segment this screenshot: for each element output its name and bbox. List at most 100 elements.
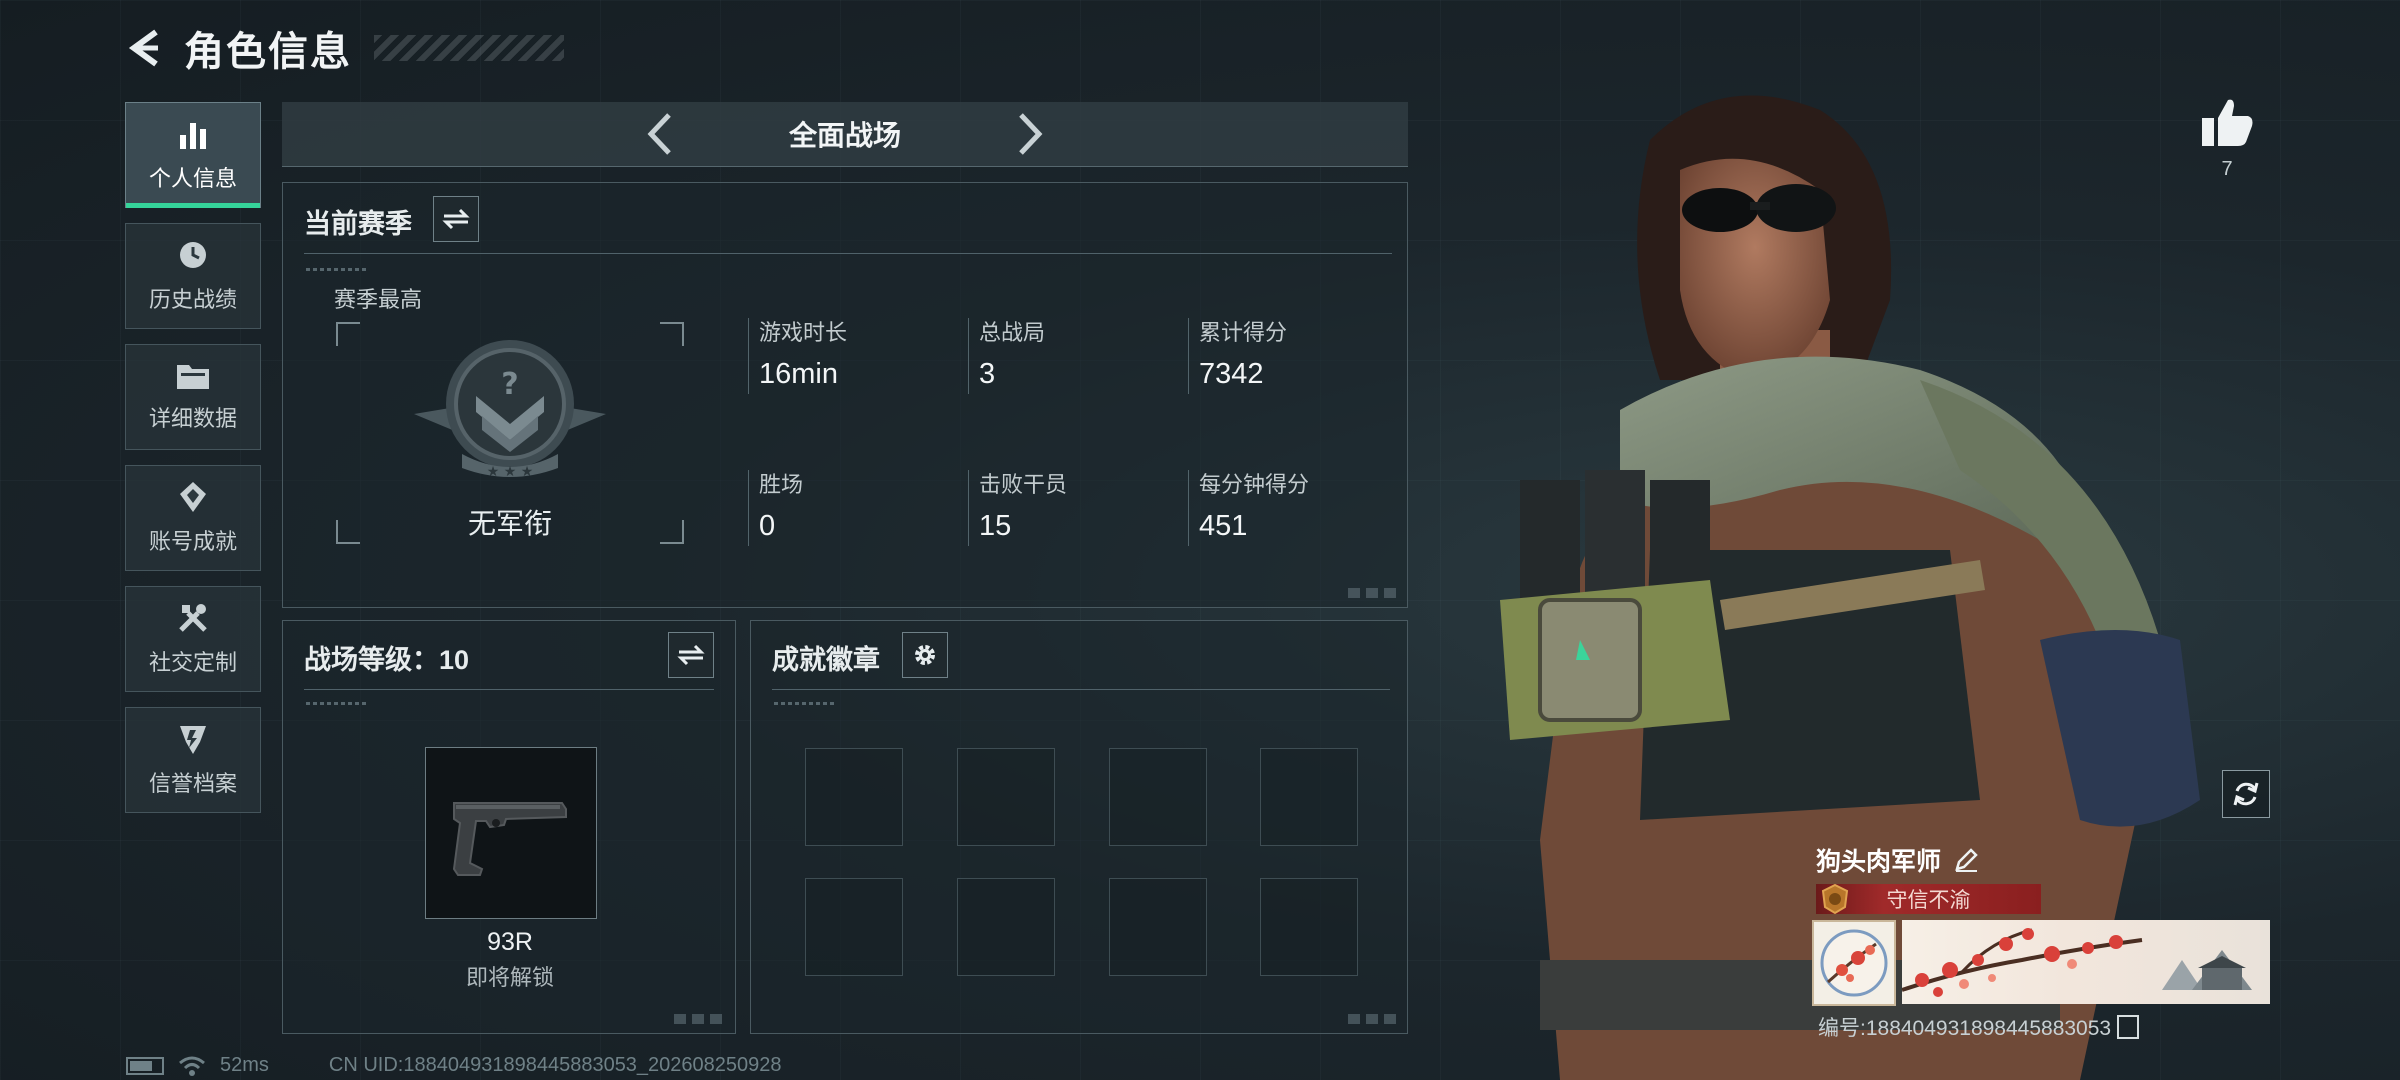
mode-name: 全面战场 <box>788 120 901 151</box>
tools-icon <box>179 604 207 632</box>
stat-label: 游戏时长 <box>759 320 848 345</box>
chevron-left-icon <box>647 113 671 155</box>
side-nav: 个人信息 历史战绩 详细数据 账号成就 社交定制 信誉档案 <box>125 102 263 828</box>
panel-corner-deco <box>1348 1014 1398 1024</box>
back-button[interactable] <box>126 26 166 70</box>
mode-selector: 全面战场 <box>282 102 1408 167</box>
thumbs-up-icon <box>2202 99 2253 146</box>
nav-label: 个人信息 <box>148 166 237 191</box>
stat-play-time: 游戏时长 16min <box>748 318 847 394</box>
nav-item-personal-info[interactable]: 个人信息 <box>125 102 261 208</box>
stat-label: 每分钟得分 <box>1199 472 1310 497</box>
back-arrow-icon <box>128 29 158 67</box>
title-decoration <box>374 35 564 61</box>
footer-uid: CN UID:18840493189844588​3053_2026082509… <box>328 1054 782 1076</box>
battlefield-level-title: 战场等级：10 <box>304 645 470 675</box>
stat-kills: 击败干员 15 <box>968 470 1067 546</box>
gear-icon <box>915 645 935 665</box>
nav-item-credit-record[interactable]: 信誉档案 <box>125 707 261 813</box>
stat-wins: 胜场 0 <box>748 470 803 546</box>
folder-icon <box>177 365 209 389</box>
stat-score-per-minute: 每分钟得分 451 <box>1188 470 1309 546</box>
like-button[interactable] <box>2200 96 2254 148</box>
swap-icon <box>442 208 470 230</box>
nickname: 狗头肉军师 <box>1816 848 1942 876</box>
chevron-right-icon <box>1019 113 1043 155</box>
edit-pencil-icon[interactable] <box>1953 847 1979 873</box>
name-card[interactable] <box>1902 920 2270 1004</box>
weapon-reward-slot[interactable] <box>425 747 597 919</box>
stat-value: 7342 <box>1199 358 1264 390</box>
badge-slot[interactable] <box>805 748 903 846</box>
svg-text:?: ? <box>501 367 518 402</box>
season-switch-button[interactable] <box>433 196 479 242</box>
stat-total-score: 累计得分 7342 <box>1188 318 1287 394</box>
achievement-divider <box>772 689 1390 690</box>
nav-label: 社交定制 <box>148 650 237 675</box>
plum-blossom-avatar-icon <box>1820 929 1888 997</box>
stat-value: 15 <box>979 510 1012 542</box>
mode-next-button[interactable] <box>990 104 1070 164</box>
battery-icon <box>126 1056 164 1075</box>
copy-icon[interactable] <box>2117 1015 2140 1039</box>
panel-corner-deco <box>1348 588 1398 598</box>
badge-slot[interactable] <box>957 878 1055 976</box>
stat-label: 累计得分 <box>1199 320 1288 345</box>
season-best-label: 赛季最高 <box>334 287 423 312</box>
stat-value: 3 <box>979 358 996 390</box>
season-title: 当前赛季 <box>304 209 412 239</box>
nav-item-history[interactable]: 历史战绩 <box>125 223 261 329</box>
page-title: 角色信息 <box>184 30 352 74</box>
stat-value: 16min <box>759 358 838 390</box>
player-id: 编号:18840493189844588​3053 <box>1818 1017 2112 1040</box>
credit-shield-icon <box>180 726 206 754</box>
deco-dots <box>306 268 366 271</box>
nav-label: 信誉档案 <box>148 771 237 796</box>
level-switch-button[interactable] <box>668 632 714 678</box>
mode-prev-button[interactable] <box>620 104 700 164</box>
achievement-icon <box>180 482 206 512</box>
nickname-row: 狗头肉军师 <box>1816 842 1979 878</box>
badge-slot[interactable] <box>1260 748 1358 846</box>
wifi-icon <box>179 1056 205 1076</box>
level-divider <box>304 689 714 690</box>
weapon-status: 即将解锁 <box>465 965 554 990</box>
nav-label: 历史战绩 <box>148 287 237 312</box>
nav-label: 账号成就 <box>148 529 237 554</box>
rotate-icon <box>2233 782 2259 806</box>
ping-value: 52ms <box>220 1054 269 1076</box>
svg-text:★ ★ ★: ★ ★ ★ <box>487 464 534 480</box>
plum-blossom-card-art <box>1902 928 2252 997</box>
rank-emblem-icon: ? ★ ★ ★ <box>414 340 606 480</box>
panel-corner-deco <box>674 1014 724 1024</box>
badge-slot[interactable] <box>805 878 903 976</box>
stat-label: 总战局 <box>979 320 1046 345</box>
status-footer: 52ms CN UID:18840493189844588​3053_20260… <box>126 1054 782 1077</box>
stat-label: 胜场 <box>759 472 804 497</box>
like-count: 7 <box>2221 158 2233 180</box>
nav-label: 详细数据 <box>148 406 237 431</box>
deco-dots <box>306 702 366 705</box>
badge-slot[interactable] <box>957 748 1055 846</box>
stat-label: 击败干员 <box>979 472 1068 497</box>
nav-item-social-custom[interactable]: 社交定制 <box>125 586 261 692</box>
deco-dots <box>774 702 834 705</box>
bar-chart-icon <box>180 123 206 149</box>
badge-slot[interactable] <box>1109 748 1207 846</box>
achievement-settings-button[interactable] <box>902 632 948 678</box>
season-divider <box>304 253 1392 254</box>
player-id-line: 编号:18840493189844588​3053 <box>1818 1012 2140 1042</box>
nav-item-achievements[interactable]: 账号成就 <box>125 465 261 571</box>
badge-slot[interactable] <box>1109 878 1207 976</box>
page-header: 角色信息 <box>126 18 564 78</box>
avatar[interactable] <box>1812 920 1896 1006</box>
badge-slot[interactable] <box>1260 878 1358 976</box>
stat-value: 0 <box>759 510 776 542</box>
nav-item-detailed-data[interactable]: 详细数据 <box>125 344 261 450</box>
title-medal-icon <box>1821 883 1849 915</box>
rotate-model-button[interactable] <box>2222 770 2270 818</box>
rank-name: 无军衔 <box>467 508 552 539</box>
profile-card-row <box>1812 920 2270 1006</box>
pistol-icon <box>452 802 567 876</box>
swap-icon <box>677 644 705 666</box>
